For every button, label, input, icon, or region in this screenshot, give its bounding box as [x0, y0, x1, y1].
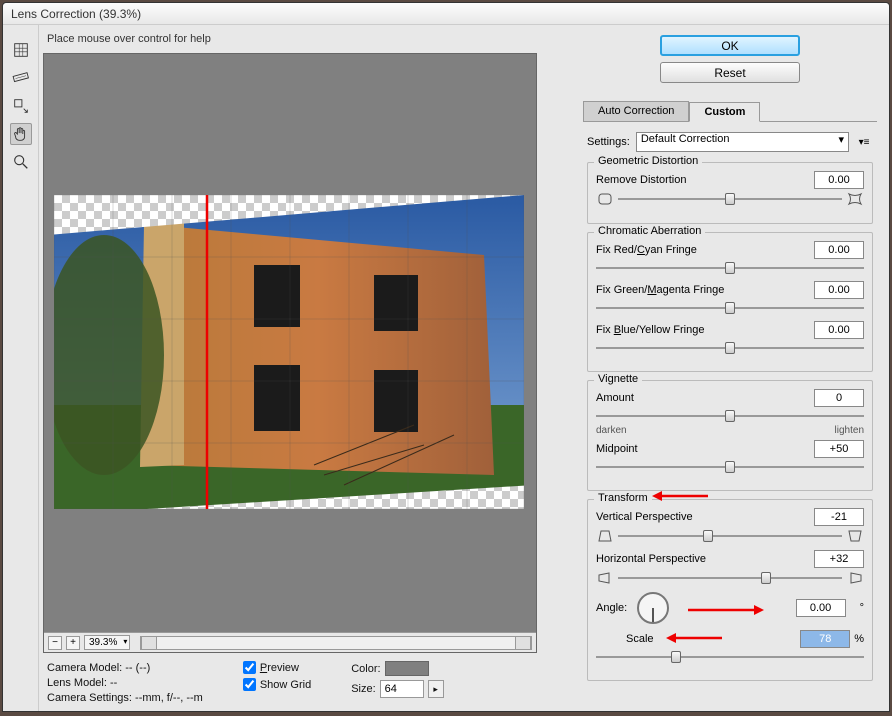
red-cyan-input[interactable] [814, 241, 864, 259]
straighten-tool-icon[interactable] [10, 67, 32, 89]
show-grid-checkbox-row[interactable]: Show Grid [243, 678, 311, 691]
vperspective-top-icon [596, 528, 614, 544]
horizontal-perspective-input[interactable] [814, 550, 864, 568]
green-magenta-input[interactable] [814, 281, 864, 299]
geometric-title: Geometric Distortion [594, 155, 702, 167]
right-panel: OK Reset Auto Correction Custom Settings… [579, 25, 889, 711]
pincushion-icon [846, 191, 864, 207]
center-panel: Place mouse over control for help [39, 25, 579, 711]
annotation-arrow-scale [664, 630, 724, 646]
vignette-lighten-label: lighten [835, 425, 864, 436]
scale-label: Scale [626, 633, 654, 645]
color-label: Color: [351, 663, 380, 675]
lens-correction-window: Lens Correction (39.3%) Place mouse over… [2, 2, 890, 712]
remove-distortion-input[interactable] [814, 171, 864, 189]
green-magenta-slider[interactable] [596, 301, 864, 315]
angle-input[interactable] [796, 599, 846, 617]
tab-auto-correction[interactable]: Auto Correction [583, 101, 689, 121]
zoom-out-button[interactable]: − [48, 636, 62, 650]
vertical-perspective-slider[interactable] [618, 529, 842, 543]
info-row: Camera Model: -- (--) Lens Model: -- Cam… [39, 653, 579, 706]
angle-label: Angle: [596, 602, 627, 614]
blue-yellow-input[interactable] [814, 321, 864, 339]
vignette-midpoint-slider[interactable] [596, 460, 864, 474]
remove-distortion-slider[interactable] [618, 192, 842, 206]
camera-model-text: Camera Model: -- (--) [47, 661, 203, 676]
vignette-amount-label: Amount [596, 392, 814, 404]
hand-tool-icon[interactable] [10, 123, 32, 145]
scale-input[interactable] [800, 630, 850, 648]
vignette-group: Vignette Amount darkenlighten Midpoint [587, 380, 873, 491]
zoom-level-dropdown[interactable]: 39.3% [84, 635, 130, 650]
grid-size-dropdown-arrow[interactable]: ▸ [428, 680, 444, 698]
window-titlebar[interactable]: Lens Correction (39.3%) [3, 3, 889, 25]
window-title: Lens Correction (39.3%) [11, 7, 141, 21]
reset-button[interactable]: Reset [660, 62, 800, 83]
move-grid-tool-icon[interactable] [10, 95, 32, 117]
settings-menu-icon[interactable]: ▾≡ [855, 137, 873, 148]
barrel-icon [596, 191, 614, 207]
preview-image [54, 195, 524, 509]
image-canvas[interactable] [54, 195, 524, 509]
main-content: Place mouse over control for help [3, 25, 889, 711]
scale-slider[interactable] [596, 650, 864, 664]
green-magenta-label: Fix Green/Magenta Fringe [596, 284, 814, 296]
help-text: Place mouse over control for help [39, 25, 579, 53]
horizontal-scrollbar[interactable] [140, 636, 532, 650]
show-grid-checkbox[interactable] [243, 678, 256, 691]
preview-checkbox-row[interactable]: Preview [243, 661, 311, 674]
chromatic-aberration-group: Chromatic Aberration Fix Red/Cyan Fringe… [587, 232, 873, 372]
vignette-darken-label: darken [596, 425, 627, 436]
camera-settings-text: Camera Settings: --mm, f/--, --m [47, 691, 203, 706]
zoom-in-button[interactable]: + [66, 636, 80, 650]
vignette-title: Vignette [594, 373, 642, 385]
transform-group: Transform Vertical Perspective Horizonta… [587, 499, 873, 681]
preview-checkbox[interactable] [243, 661, 256, 674]
grid-size-input[interactable] [380, 680, 424, 698]
preview-area: − + 39.3% [43, 53, 537, 653]
transform-title: Transform [594, 492, 652, 504]
red-cyan-label: Fix Red/Cyan Fringe [596, 244, 814, 256]
vignette-midpoint-input[interactable] [814, 440, 864, 458]
lens-model-text: Lens Model: -- [47, 676, 203, 691]
vertical-perspective-label: Vertical Perspective [596, 511, 814, 523]
preview-label: review [267, 662, 299, 674]
angle-dial[interactable] [637, 592, 669, 624]
size-label: Size: [351, 683, 375, 695]
canvas-wrap[interactable] [44, 54, 536, 632]
tab-custom[interactable]: Custom [689, 102, 760, 122]
remove-distortion-label: Remove Distortion [596, 174, 814, 186]
scale-unit: % [854, 633, 864, 645]
hperspective-right-icon [846, 570, 864, 586]
geometric-distortion-group: Geometric Distortion Remove Distortion [587, 162, 873, 224]
custom-tab-body: Settings: Default Correction▾ ▾≡ Geometr… [583, 122, 877, 703]
ok-button[interactable]: OK [660, 35, 800, 56]
show-grid-label: Show Grid [260, 679, 311, 691]
vignette-amount-input[interactable] [814, 389, 864, 407]
blue-yellow-label: Fix Blue/Yellow Fringe [596, 324, 814, 336]
red-cyan-slider[interactable] [596, 261, 864, 275]
tool-toolbar [3, 25, 39, 711]
horizontal-perspective-label: Horizontal Perspective [596, 553, 814, 565]
chromatic-title: Chromatic Aberration [594, 225, 705, 237]
hperspective-left-icon [596, 570, 614, 586]
settings-label: Settings: [587, 136, 630, 148]
vignette-midpoint-label: Midpoint [596, 443, 814, 455]
correction-tabs: Auto Correction Custom [583, 101, 877, 122]
vertical-perspective-input[interactable] [814, 508, 864, 526]
grid-color-swatch[interactable] [385, 661, 429, 676]
blue-yellow-slider[interactable] [596, 341, 864, 355]
vignette-amount-slider[interactable] [596, 409, 864, 423]
angle-unit: ° [860, 602, 864, 614]
preview-footer: − + 39.3% [44, 632, 536, 652]
annotation-arrow-angle [686, 602, 766, 618]
settings-dropdown[interactable]: Default Correction▾ [636, 132, 849, 152]
zoom-tool-icon[interactable] [10, 151, 32, 173]
vperspective-bottom-icon [846, 528, 864, 544]
camera-info: Camera Model: -- (--) Lens Model: -- Cam… [47, 661, 203, 706]
horizontal-perspective-slider[interactable] [618, 571, 842, 585]
remove-distortion-tool-icon[interactable] [10, 39, 32, 61]
